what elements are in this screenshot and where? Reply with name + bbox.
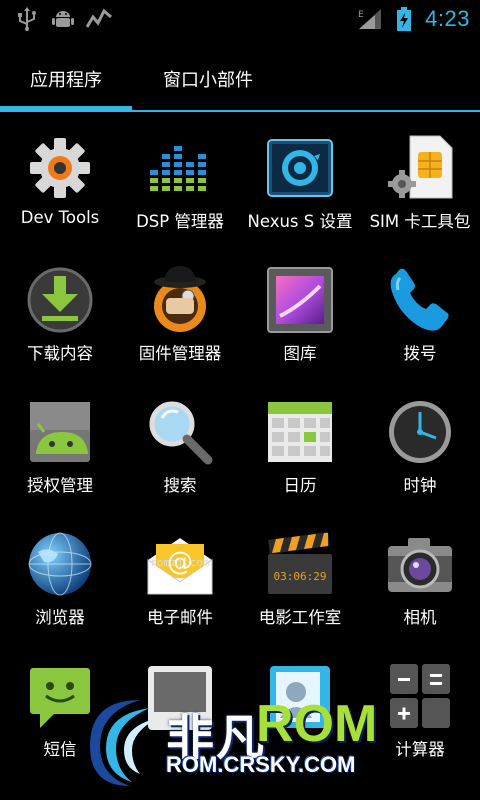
app-label: 浏览器 <box>35 608 85 627</box>
app-browser[interactable]: 浏览器 <box>0 512 120 644</box>
app-movie-studio[interactable]: 03:06:29 电影工作室 <box>240 512 360 644</box>
app-downloads[interactable]: 下载内容 <box>0 248 120 380</box>
nexus-settings-icon <box>266 134 334 202</box>
watermark-url: romzj.com <box>150 556 210 569</box>
camera-icon <box>386 530 454 598</box>
app-calendar[interactable]: 日历 <box>240 380 360 512</box>
search-icon <box>146 398 214 466</box>
calendar-icon <box>266 398 334 466</box>
brand-rom: ROM <box>256 695 378 753</box>
app-label: SIM 卡工具包 <box>369 212 471 231</box>
superuser-icon <box>26 398 94 466</box>
app-superuser[interactable]: 授权管理 <box>0 380 120 512</box>
app-label: Dev Tools <box>20 208 100 227</box>
app-label: Nexus S 设置 <box>247 212 353 231</box>
brand-logo-icon <box>80 692 176 792</box>
download-icon <box>26 266 94 334</box>
app-label: 电影工作室 <box>258 608 342 627</box>
app-rom-manager[interactable]: 固件管理器 <box>120 248 240 380</box>
drawer-tabs: 应用程序 窗口小部件 <box>0 38 480 116</box>
dev-tools-gear-icon <box>26 134 94 202</box>
svg-text:E: E <box>358 10 364 20</box>
gallery-icon <box>266 266 334 334</box>
usb-icon <box>14 6 40 32</box>
app-camera[interactable]: 相机 <box>360 512 480 644</box>
app-label: DSP 管理器 <box>136 212 224 231</box>
svg-text:03:06:29: 03:06:29 <box>274 570 327 583</box>
battery-charging-icon <box>391 6 417 32</box>
app-email[interactable]: @ 电子邮件 <box>120 512 240 644</box>
app-dev-tools[interactable]: Dev Tools <box>0 116 120 248</box>
app-label: 拨号 <box>403 344 437 363</box>
app-label: 相机 <box>403 608 437 627</box>
activity-icon <box>86 6 112 32</box>
app-nexus-settings[interactable]: Nexus S 设置 <box>240 116 360 248</box>
globe-icon <box>26 530 94 598</box>
tab-widgets[interactable]: 窗口小部件 <box>163 66 253 92</box>
app-label: 授权管理 <box>27 476 93 495</box>
app-label: 电子邮件 <box>147 608 213 627</box>
app-label: 日历 <box>283 476 317 495</box>
sim-toolkit-icon <box>386 134 454 202</box>
app-label: 时钟 <box>403 476 437 495</box>
status-bar: E 4:23 <box>0 0 480 38</box>
clock-icon <box>386 398 454 466</box>
equalizer-icon <box>146 134 214 202</box>
app-gallery[interactable]: 图库 <box>240 248 360 380</box>
system-status: E 4:23 <box>357 6 470 32</box>
notification-icons <box>14 6 112 32</box>
app-search[interactable]: 搜索 <box>120 380 240 512</box>
brand-url: ROM.CRSKY.COM <box>166 752 356 777</box>
app-label: 图库 <box>283 344 317 363</box>
app-sim-toolkit[interactable]: SIM 卡工具包 <box>360 116 480 248</box>
brand-watermark: 非凡 ROM ROM.CRSKY.COM <box>80 692 400 792</box>
app-dsp-manager[interactable]: DSP 管理器 <box>120 116 240 248</box>
status-clock: 4:23 <box>425 6 470 31</box>
movie-studio-icon: 03:06:29 <box>266 530 334 598</box>
rom-manager-icon <box>146 266 214 334</box>
tab-apps[interactable]: 应用程序 <box>30 66 102 92</box>
signal-icon: E <box>357 6 383 32</box>
app-label: 下载内容 <box>27 344 93 363</box>
phone-icon <box>386 266 454 334</box>
app-label: 搜索 <box>163 476 197 495</box>
app-clock[interactable]: 时钟 <box>360 380 480 512</box>
app-dialer[interactable]: 拨号 <box>360 248 480 380</box>
app-label: 固件管理器 <box>138 344 222 363</box>
android-debug-icon <box>50 6 76 32</box>
tab-selected-indicator <box>0 106 132 112</box>
